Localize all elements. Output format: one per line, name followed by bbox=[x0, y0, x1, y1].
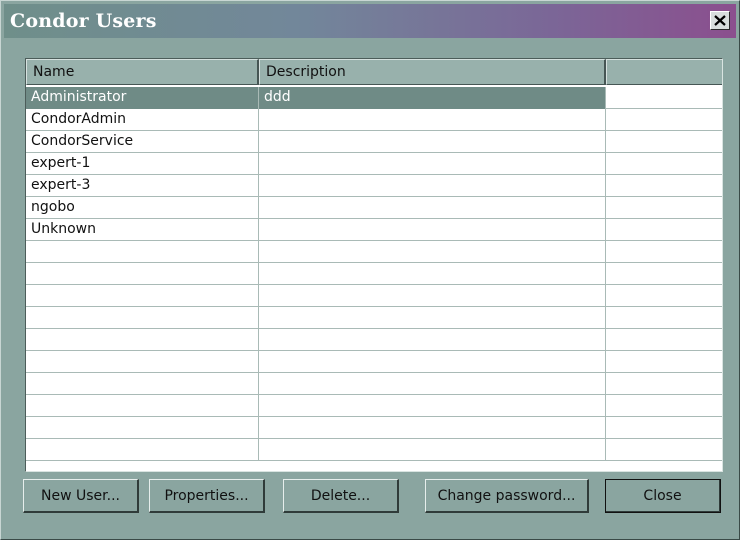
empty-table-row bbox=[26, 417, 722, 439]
description-cell bbox=[259, 395, 606, 417]
extra-cell bbox=[606, 329, 722, 351]
name-cell bbox=[26, 395, 259, 417]
name-cell: expert-3 bbox=[26, 175, 259, 197]
empty-table-row bbox=[26, 241, 722, 263]
extra-cell bbox=[606, 219, 722, 241]
empty-table-row bbox=[26, 307, 722, 329]
name-cell bbox=[26, 417, 259, 439]
description-cell bbox=[259, 131, 606, 153]
extra-cell bbox=[606, 153, 722, 175]
description-cell bbox=[259, 373, 606, 395]
column-header-name[interactable]: Name bbox=[26, 59, 259, 85]
description-cell bbox=[259, 175, 606, 197]
extra-cell bbox=[606, 263, 722, 285]
description-cell bbox=[259, 417, 606, 439]
table-row[interactable]: CondorAdmin bbox=[26, 109, 722, 131]
extra-cell bbox=[606, 175, 722, 197]
description-cell bbox=[259, 109, 606, 131]
close-x-glyph bbox=[714, 15, 726, 26]
change-password-button[interactable]: Change password... bbox=[425, 479, 589, 513]
column-header-extra[interactable] bbox=[606, 59, 722, 85]
extra-cell bbox=[606, 373, 722, 395]
empty-table-row bbox=[26, 329, 722, 351]
column-header-description[interactable]: Description bbox=[259, 59, 606, 85]
title-bar[interactable]: Condor Users bbox=[4, 4, 736, 38]
empty-table-row bbox=[26, 263, 722, 285]
name-cell bbox=[26, 329, 259, 351]
close-icon[interactable] bbox=[710, 11, 730, 30]
description-cell bbox=[259, 351, 606, 373]
name-cell bbox=[26, 439, 259, 461]
extra-cell bbox=[606, 351, 722, 373]
extra-cell bbox=[606, 131, 722, 153]
name-cell bbox=[26, 373, 259, 395]
extra-cell bbox=[606, 285, 722, 307]
name-cell bbox=[26, 263, 259, 285]
description-cell bbox=[259, 241, 606, 263]
description-cell bbox=[259, 439, 606, 461]
table-row[interactable]: Unknown bbox=[26, 219, 722, 241]
empty-table-row bbox=[26, 395, 722, 417]
name-cell: CondorAdmin bbox=[26, 109, 259, 131]
description-cell bbox=[259, 219, 606, 241]
empty-table-row bbox=[26, 351, 722, 373]
description-cell bbox=[259, 285, 606, 307]
extra-cell bbox=[606, 87, 722, 109]
table-row[interactable]: Administrator ddd bbox=[26, 87, 722, 109]
extra-cell bbox=[606, 109, 722, 131]
table-row[interactable]: CondorService bbox=[26, 131, 722, 153]
extra-cell bbox=[606, 417, 722, 439]
description-cell bbox=[259, 153, 606, 175]
extra-cell bbox=[606, 197, 722, 219]
name-cell bbox=[26, 351, 259, 373]
description-cell: ddd bbox=[259, 87, 606, 109]
name-cell bbox=[26, 241, 259, 263]
new-user-button[interactable]: New User... bbox=[23, 479, 139, 513]
table-row[interactable]: expert-1 bbox=[26, 153, 722, 175]
description-cell bbox=[259, 307, 606, 329]
empty-table-row bbox=[26, 285, 722, 307]
condor-users-dialog: Condor Users Name Description Administra… bbox=[0, 0, 740, 540]
name-cell bbox=[26, 285, 259, 307]
empty-table-row bbox=[26, 373, 722, 395]
name-cell: ngobo bbox=[26, 197, 259, 219]
properties-button[interactable]: Properties... bbox=[149, 479, 265, 513]
extra-cell bbox=[606, 395, 722, 417]
name-cell: Unknown bbox=[26, 219, 259, 241]
extra-cell bbox=[606, 241, 722, 263]
delete-button[interactable]: Delete... bbox=[283, 479, 399, 513]
close-button[interactable]: Close bbox=[605, 479, 721, 513]
window-title: Condor Users bbox=[10, 10, 157, 32]
description-cell bbox=[259, 197, 606, 219]
table-body: Administrator ddd CondorAdmin CondorService… bbox=[26, 87, 722, 461]
empty-table-row bbox=[26, 439, 722, 461]
table-header: Name Description bbox=[26, 59, 722, 85]
name-cell: CondorService bbox=[26, 131, 259, 153]
name-cell: Administrator bbox=[26, 87, 259, 109]
extra-cell bbox=[606, 307, 722, 329]
name-cell bbox=[26, 307, 259, 329]
name-cell: expert-1 bbox=[26, 153, 259, 175]
description-cell bbox=[259, 329, 606, 351]
users-table[interactable]: Name Description Administrator ddd CondorA… bbox=[25, 58, 723, 472]
table-row[interactable]: expert-3 bbox=[26, 175, 722, 197]
extra-cell bbox=[606, 439, 722, 461]
table-row[interactable]: ngobo bbox=[26, 197, 722, 219]
description-cell bbox=[259, 263, 606, 285]
